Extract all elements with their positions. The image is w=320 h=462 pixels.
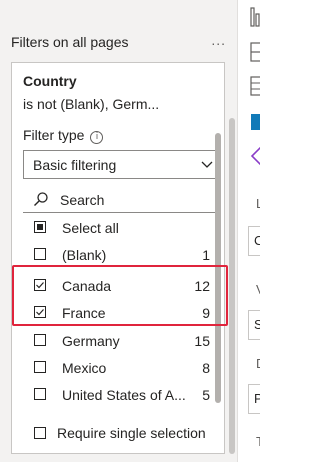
pane-scrollbar[interactable] [229, 118, 235, 454]
require-single-label: Require single selection [57, 425, 206, 441]
pane-title: Filters on all pages [11, 34, 129, 50]
checkbox-unchecked[interactable] [34, 248, 46, 260]
list-item[interactable]: Germany 15 [12, 328, 224, 355]
stacked-chart-icon[interactable] [250, 40, 260, 64]
more-options-button[interactable]: ... [211, 32, 226, 48]
bar-chart-icon[interactable] [250, 4, 260, 28]
side-section-letter: T [256, 434, 260, 449]
list-item[interactable]: Mexico 8 [12, 355, 224, 382]
card-visual-icon[interactable] [250, 112, 260, 132]
list-item[interactable]: United States of A... 5 [12, 382, 224, 409]
checkbox-unchecked[interactable] [34, 334, 46, 346]
chevron-down-icon [201, 161, 213, 168]
side-field-box[interactable]: P [248, 384, 260, 414]
list-item-label: United States of A... [62, 387, 186, 403]
screen: Filters on all pages ... Country is not … [0, 0, 260, 462]
list-item-label: Mexico [62, 360, 107, 376]
diamond-visual-icon[interactable] [250, 144, 260, 168]
side-field-letter: C [254, 233, 260, 248]
list-item-label: (Blank) [62, 247, 107, 263]
list-item-count: 15 [194, 333, 210, 349]
search-input[interactable]: Search [23, 186, 221, 213]
filter-card-title[interactable]: Country [23, 73, 77, 89]
side-section-letter: L [256, 196, 260, 211]
filters-pane: Filters on all pages ... Country is not … [0, 0, 237, 462]
list-item-label: Select all [62, 220, 119, 236]
checkbox-unchecked[interactable] [34, 361, 46, 373]
side-section-letter: V [256, 282, 260, 297]
side-section-letter: D [256, 356, 260, 371]
list-item-label: Germany [62, 333, 120, 349]
side-field-letter: S [254, 317, 260, 332]
table-icon[interactable] [250, 74, 260, 98]
dropdown-value: Basic filtering [33, 157, 117, 173]
info-icon[interactable]: i [90, 131, 104, 144]
search-placeholder: Search [60, 192, 105, 208]
filter-type-label: Filter type i [23, 127, 104, 144]
checkbox-unchecked[interactable] [34, 427, 46, 439]
list-item-count: 5 [202, 387, 210, 403]
search-icon [34, 192, 48, 206]
pane-header: Filters on all pages ... [11, 32, 226, 54]
filter-card-country: Country is not (Blank), Germ... Filter t… [11, 62, 225, 454]
checkbox-unchecked[interactable] [34, 388, 46, 400]
selection-highlight-box [12, 265, 228, 326]
require-single-selection[interactable]: Require single selection [23, 423, 223, 443]
side-field-letter: P [254, 391, 260, 406]
filter-type-text: Filter type [23, 127, 85, 143]
checkbox-partial[interactable] [34, 221, 46, 233]
side-field-box[interactable]: S [248, 310, 260, 340]
list-item-select-all[interactable]: Select all [12, 215, 224, 242]
filter-type-dropdown[interactable]: Basic filtering [23, 150, 221, 179]
list-item-count: 8 [202, 360, 210, 376]
filter-summary: is not (Blank), Germ... [23, 96, 160, 112]
list-item-count: 1 [202, 247, 210, 263]
side-field-box[interactable]: C [248, 226, 260, 256]
